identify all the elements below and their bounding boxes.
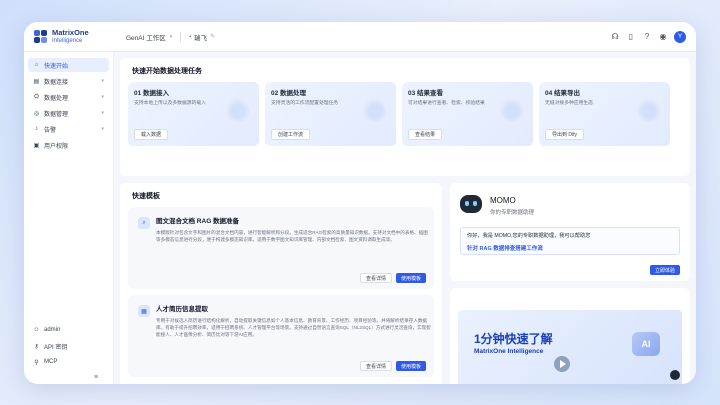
resume-icon: ▦: [138, 305, 150, 317]
sidebar-item-label: 数据连接: [44, 79, 69, 86]
app-window: MatrixOne Intelligence GenAI 工作区 ▾ • 瑞飞 …: [24, 22, 696, 384]
promo-subtitle: MatrixOne Intelligence: [474, 348, 544, 355]
export-dify-button[interactable]: 导出到 Dify: [545, 129, 585, 140]
step-card: 02 数据处理 支持灵活的工作流配置处理任务 创建工作流: [265, 82, 396, 146]
step-card: 04 结果导出 无缝对接多种应用生态 导出到 Dify: [539, 82, 670, 146]
sidebar-item-label: admin: [44, 327, 61, 333]
top-header: MatrixOne Intelligence GenAI 工作区 ▾ • 瑞飞 …: [24, 22, 696, 52]
target-icon: [497, 96, 527, 126]
play-icon[interactable]: [554, 356, 570, 372]
home-icon: ⌂: [34, 62, 39, 68]
momo-subtitle: 你的专职数据助理: [490, 210, 535, 216]
workspace-selector[interactable]: GenAI 工作区 ▾: [126, 32, 172, 42]
template-desc: 专用于对候选人简历进行结构化解析，自动提取关键信息如个人基本信息、教育背景、工作…: [156, 318, 431, 337]
view-results-button[interactable]: 查看结果: [408, 129, 443, 140]
main-content: 快速开始数据处理任务 01 数据接入 支持本地上传以及多数据源的载入 载入数据 …: [120, 58, 690, 384]
database-icon: ◎: [33, 110, 40, 117]
avatar[interactable]: Y: [674, 30, 686, 43]
create-workflow-button[interactable]: 创建工作流: [271, 129, 311, 140]
sidebar-item-admin[interactable]: ☺ admin: [28, 323, 110, 337]
sidebar-item-label: 数据处理: [44, 95, 69, 102]
cloud-export-icon: [634, 96, 664, 126]
sidebar-item-mcp[interactable]: ⚲ MCP: [28, 355, 110, 369]
sidebar-item-label: API 密钥: [44, 344, 68, 351]
momo-greeting: 你好，我是 MOMO,您的专职数据助理，我可以帮助您: [467, 233, 591, 239]
dot-icon: •: [189, 33, 192, 40]
divider: [180, 31, 182, 42]
sidebar-item-label: 告警: [44, 127, 57, 134]
edit-icon[interactable]: ✎: [210, 33, 215, 40]
sidebar-item-api-key[interactable]: ⚷ API 密钥: [28, 339, 110, 353]
template-card: ⌕ 图文混合文档 RAG 数据准备 本模版针对包含文字和图片的混合文档内容，进行…: [128, 207, 434, 289]
template-desc: 本模版针对包含文字和图片的混合文档内容，进行智能解析和分段。生成适合RAG检索的…: [156, 230, 428, 242]
headset-icon[interactable]: ☊: [610, 32, 620, 42]
sidebar-item-label: 快速开始: [44, 63, 69, 70]
sidebar-item-quick-start[interactable]: ⌂ 快速开始: [28, 58, 109, 72]
user-crumb-label: 瑞飞: [194, 34, 208, 42]
sidebar-item-label: 数据管理: [44, 111, 69, 118]
sidebar-item-label: MCP: [44, 359, 58, 365]
quick-start-title: 快速开始数据处理任务: [132, 68, 202, 75]
link-icon: ▤: [33, 78, 40, 85]
promo-video[interactable]: 1分钟快速了解 MatrixOne Intelligence AI: [458, 310, 682, 384]
step-card: 01 数据接入 支持本地上传以及多数据源的载入 载入数据: [128, 82, 259, 146]
help-icon[interactable]: ?: [642, 32, 652, 42]
try-now-button[interactable]: 立即体验: [649, 265, 680, 275]
chevron-down-icon: ▾: [101, 78, 104, 84]
chevron-down-icon: ▾: [101, 94, 104, 100]
sidebar-item-permissions[interactable]: ▣ 用户权限: [28, 138, 109, 152]
template-card: ▦ 人才简历信息提取 专用于对候选人简历进行结构化解析，自动提取关键信息如个人基…: [128, 295, 434, 377]
momo-message: 你好，我是 MOMO,您的专职数据助理，我可以帮助您 针对 RAG 数据排查搭建…: [460, 227, 680, 255]
use-template-button[interactable]: 使用模板: [395, 273, 426, 283]
bell-icon: ♪: [35, 126, 38, 132]
flow-icon: ⛭: [34, 93, 39, 100]
plug-icon: ⚲: [34, 359, 39, 366]
view-details-button[interactable]: 查看详情: [359, 273, 392, 283]
github-icon[interactable]: ◉: [658, 32, 668, 42]
step-card: 03 结果查看 可对结果进行查看、检索、校验结果 查看结果: [402, 82, 533, 146]
sidebar-item-data-process[interactable]: ⛭ 数据处理 ▾: [28, 90, 109, 104]
robot-icon[interactable]: [670, 370, 680, 380]
load-data-button[interactable]: 载入数据: [134, 129, 169, 140]
sidebar-item-alerts[interactable]: ♪ 告警 ▾: [28, 122, 109, 136]
template-title: 图文混合文档 RAG 数据准备: [156, 218, 240, 225]
robot-icon: [460, 195, 482, 213]
quick-start-panel: 快速开始数据处理任务 01 数据接入 支持本地上传以及多数据源的载入 载入数据 …: [120, 58, 690, 176]
sidebar-item-data-connect[interactable]: ▤ 数据连接 ▾: [28, 74, 109, 88]
template-title: 人才简历信息提取: [156, 306, 208, 313]
templates-panel: 快速模板 ⌕ 图文混合文档 RAG 数据准备 本模版针对包含文字和图片的混合文档…: [120, 183, 442, 384]
logo[interactable]: MatrixOne Intelligence: [34, 27, 126, 45]
momo-name: MOMO: [490, 196, 516, 205]
cloud-upload-icon: [223, 96, 253, 126]
logo-line1: MatrixOne: [52, 27, 89, 37]
search-doc-icon: ⌕: [138, 217, 150, 229]
promo-panel: 1分钟快速了解 MatrixOne Intelligence AI: [450, 288, 690, 384]
user-group-icon: ▣: [33, 142, 40, 149]
promo-title: 1分钟快速了解: [474, 332, 553, 346]
sidebar-item-data-manage[interactable]: ◎ 数据管理 ▾: [28, 106, 109, 120]
user-crumb[interactable]: • 瑞飞 ✎: [189, 32, 215, 42]
momo-suggestion-link[interactable]: 针对 RAG 数据排查搭建工作流: [467, 244, 673, 252]
ai-badge: AI: [632, 332, 660, 356]
workspace-label: GenAI 工作区: [126, 34, 166, 42]
sidebar: ⌂ 快速开始 ▤ 数据连接 ▾ ⛭ 数据处理 ▾ ◎ 数据管理 ▾ ♪ 告警 ▾…: [24, 52, 114, 384]
gear-icon: [360, 96, 390, 126]
logo-line2: Intelligence: [52, 37, 83, 44]
use-template-button[interactable]: 使用模板: [395, 361, 426, 371]
view-details-button[interactable]: 查看详情: [359, 361, 392, 371]
logo-mark-icon: [34, 29, 48, 44]
chevron-down-icon: ▾: [101, 126, 104, 132]
collapse-sidebar-icon[interactable]: ≡: [24, 371, 114, 384]
key-icon: ⚷: [34, 343, 39, 350]
chevron-down-icon: ▾: [169, 33, 173, 40]
book-icon[interactable]: ▯: [626, 32, 636, 42]
sidebar-item-label: 用户权限: [44, 143, 69, 150]
user-icon: ☺: [33, 327, 40, 333]
templates-title: 快速模板: [132, 193, 160, 200]
chevron-down-icon: ▾: [101, 110, 104, 116]
momo-assistant-panel: MOMO 你的专职数据助理 你好，我是 MOMO,您的专职数据助理，我可以帮助您…: [450, 183, 690, 281]
